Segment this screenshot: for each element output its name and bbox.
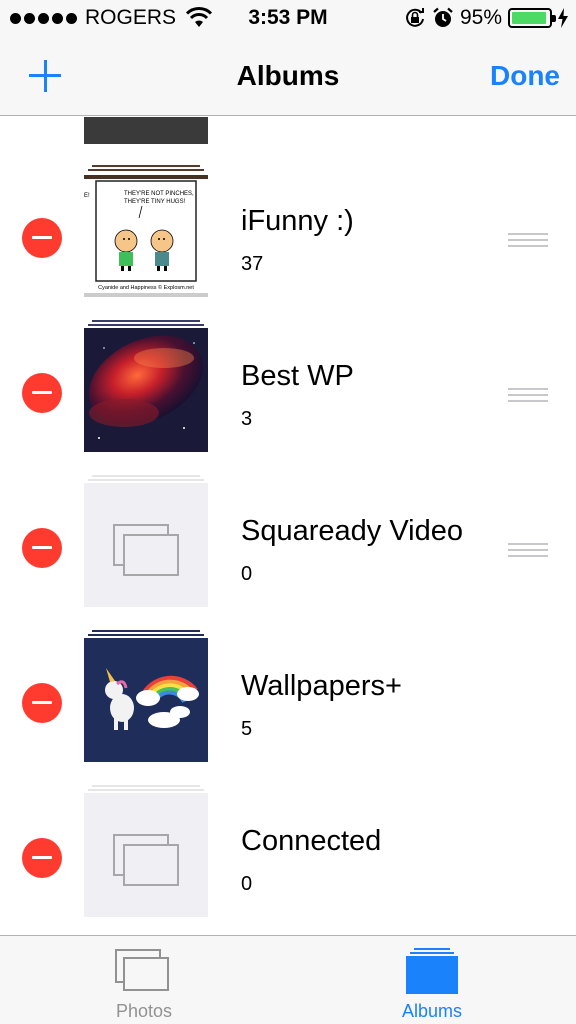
tab-albums[interactable]: Albums <box>288 936 576 1024</box>
album-thumbnail <box>84 793 208 917</box>
album-thumbnail <box>84 638 208 762</box>
album-row[interactable]: Wallpapers+ 5 <box>0 630 576 785</box>
delete-album-button[interactable] <box>22 683 62 723</box>
album-thumbnail <box>84 483 208 607</box>
comic-credit: Cyanide and Happiness © Explosm.net <box>98 284 194 291</box>
photos-tab-icon <box>115 949 169 991</box>
tab-label-photos: Photos <box>115 1001 173 1021</box>
charging-bolt-icon <box>558 8 568 28</box>
album-thumbnail-stack <box>84 320 208 452</box>
albums-tab-icon <box>406 948 458 994</box>
status-right: 95% <box>404 6 568 30</box>
album-count: 5 <box>241 718 253 740</box>
delete-album-button[interactable] <box>22 218 62 258</box>
comic-edge-text: E! <box>84 193 90 199</box>
album-name: Connected <box>241 825 382 857</box>
empty-album-placeholder-icon <box>113 834 179 886</box>
empty-album-placeholder-icon <box>113 524 179 576</box>
nebula-thumbnail-image <box>84 328 208 452</box>
delete-album-button[interactable] <box>22 373 62 413</box>
album-thumbnail-stack <box>84 785 208 917</box>
unicorn-thumbnail-image <box>84 638 208 762</box>
album-count: 0 <box>241 563 253 585</box>
tab-photos[interactable]: Photos <box>0 936 288 1024</box>
album-name: iFunny :) <box>241 205 354 237</box>
comic-speech-2: THEY'RE TINY HUGS! <box>124 199 186 205</box>
album-row[interactable]: Squaready Video 0 <box>0 475 576 630</box>
album-thumbnail-stack <box>84 630 208 762</box>
alarm-icon <box>433 7 453 27</box>
album-row[interactable]: THEY'RE NOT PINCHES, THEY'RE TINY HUGS! … <box>0 165 576 320</box>
partial-album-thumbnail <box>84 117 208 144</box>
album-thumbnail-stack <box>84 475 208 607</box>
album-thumbnail: THEY'RE NOT PINCHES, THEY'RE TINY HUGS! … <box>84 173 208 297</box>
tab-label-albums: Albums <box>401 1001 463 1021</box>
delete-album-button[interactable] <box>22 838 62 878</box>
album-count: 37 <box>241 253 264 275</box>
album-name: Squaready Video <box>241 515 463 547</box>
done-button[interactable]: Done <box>490 60 560 92</box>
reorder-handle-icon[interactable] <box>508 543 548 559</box>
album-thumbnail <box>84 328 208 452</box>
album-row[interactable]: Connected 0 <box>0 785 576 935</box>
album-thumbnail-stack: THEY'RE NOT PINCHES, THEY'RE TINY HUGS! … <box>84 165 208 297</box>
battery-icon <box>508 8 556 28</box>
battery-fill <box>512 12 547 24</box>
album-list[interactable]: THEY'RE NOT PINCHES, THEY'RE TINY HUGS! … <box>0 117 576 935</box>
reorder-handle-icon[interactable] <box>508 388 548 404</box>
comic-thumbnail-image: THEY'RE NOT PINCHES, THEY'RE TINY HUGS! … <box>84 175 208 297</box>
album-name: Wallpapers+ <box>241 670 402 702</box>
battery-percent: 95% <box>459 6 502 29</box>
album-row[interactable]: Best WP 3 <box>0 320 576 475</box>
rotation-lock-icon <box>406 8 424 27</box>
comic-speech-1: THEY'RE NOT PINCHES, <box>124 191 194 197</box>
tab-bar: Photos Albums <box>0 935 576 1024</box>
album-count: 0 <box>241 873 253 895</box>
reorder-handle-icon[interactable] <box>508 233 548 249</box>
status-bar: ROGERS 3:53 PM 95% <box>0 0 576 40</box>
album-name: Best WP <box>241 360 354 392</box>
delete-album-button[interactable] <box>22 528 62 568</box>
navigation-bar: Albums Done <box>0 40 576 116</box>
album-count: 3 <box>241 408 253 430</box>
